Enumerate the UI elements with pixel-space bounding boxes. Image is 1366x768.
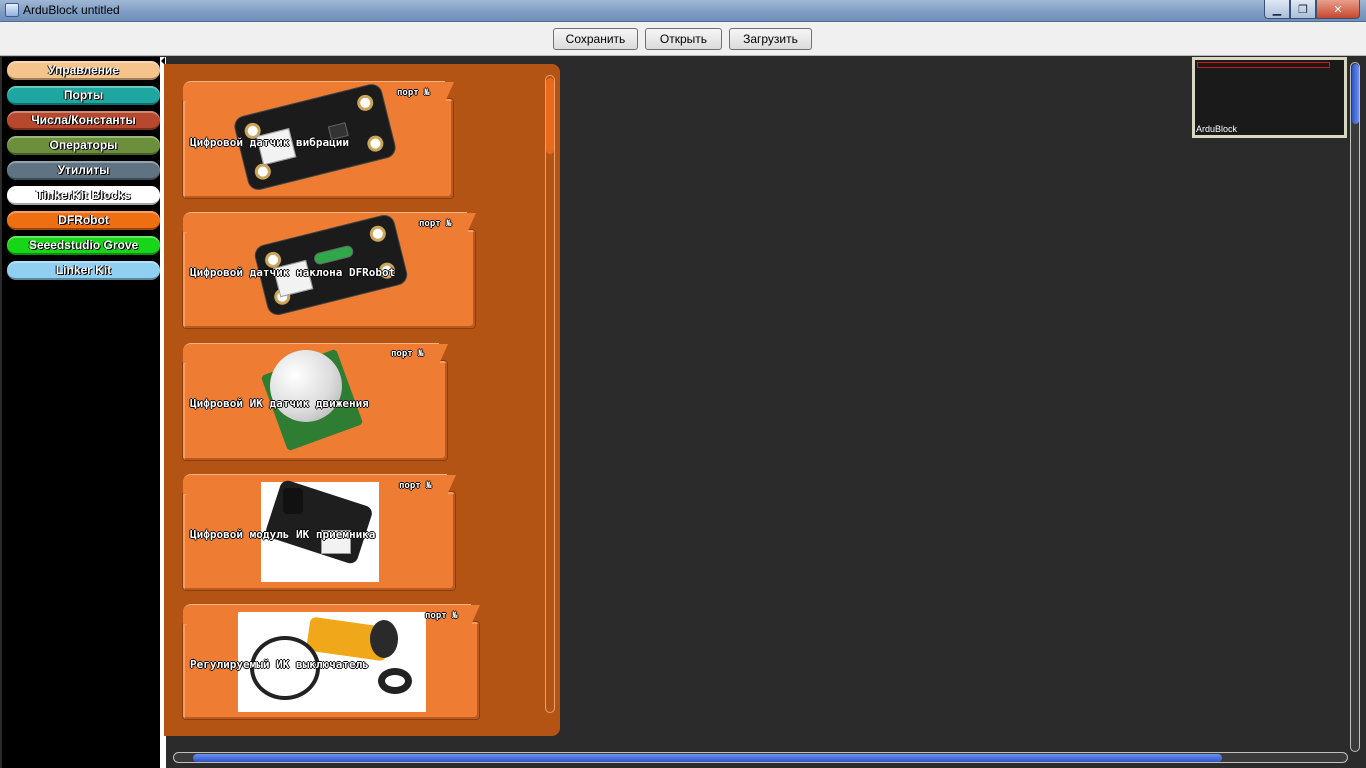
port-label: порт № [399, 481, 432, 491]
port-label: порт № [397, 88, 430, 98]
minimize-button[interactable]: ▁ [1264, 0, 1290, 19]
maximize-button[interactable]: ❐ [1290, 0, 1316, 19]
canvas-vertical-scrollbar-thumb[interactable] [1352, 64, 1359, 124]
block-label: Цифровой ИК датчик движения [190, 397, 369, 410]
category-utilities[interactable]: Утилиты [7, 161, 160, 180]
category-numbers-constants[interactable]: Числа/Константы [7, 111, 160, 130]
category-control[interactable]: Управление [7, 61, 160, 80]
block-label: Цифровой датчик наклона DFRobot [190, 266, 396, 279]
canvas-vertical-scrollbar[interactable] [1350, 62, 1360, 752]
category-operators[interactable]: Операторы [7, 136, 160, 155]
minimap-label: ArduBlock [1196, 124, 1238, 134]
category-tinkerkit[interactable]: TinkerKit Blocks [7, 186, 160, 205]
block-label: Цифровой датчик вибрации [190, 136, 349, 149]
block-label: Регулируемый ИК выключатель [190, 658, 369, 671]
canvas-minimap[interactable]: ArduBlock [1192, 57, 1347, 138]
toolbar: Сохранить Открыть Загрузить [0, 22, 1366, 56]
category-list: Управление Порты Числа/Константы Операто… [2, 57, 162, 768]
category-ports[interactable]: Порты [7, 86, 160, 105]
save-button[interactable]: Сохранить [553, 28, 638, 50]
canvas-horizontal-scrollbar-thumb[interactable] [193, 754, 1222, 762]
category-dfrobot[interactable]: DFRobot [7, 211, 160, 230]
title-bar: ArduBlock untitled ▁ ❐ ✕ [0, 0, 1366, 22]
category-seeedstudio-grove[interactable]: Seeedstudio Grove [7, 236, 160, 255]
java-app-icon [5, 3, 19, 17]
window-title: ArduBlock untitled [23, 3, 120, 17]
minimap-viewport[interactable] [1197, 62, 1330, 68]
upload-button[interactable]: Загрузить [729, 28, 812, 50]
open-button[interactable]: Открыть [645, 28, 722, 50]
drawer-scrollbar-thumb[interactable] [546, 78, 554, 154]
port-label: порт № [425, 611, 458, 621]
window-controls: ▁ ❐ ✕ [1264, 0, 1360, 19]
block-label: Цифровой модуль ИК приемника [190, 528, 376, 541]
close-button[interactable]: ✕ [1316, 0, 1360, 19]
port-label: порт № [419, 219, 452, 229]
port-label: порт № [391, 349, 424, 359]
category-linker-kit[interactable]: Linker Kit [7, 261, 160, 280]
drawer-scrollbar[interactable] [545, 75, 555, 713]
pir-sensor-dome-image [270, 350, 342, 422]
